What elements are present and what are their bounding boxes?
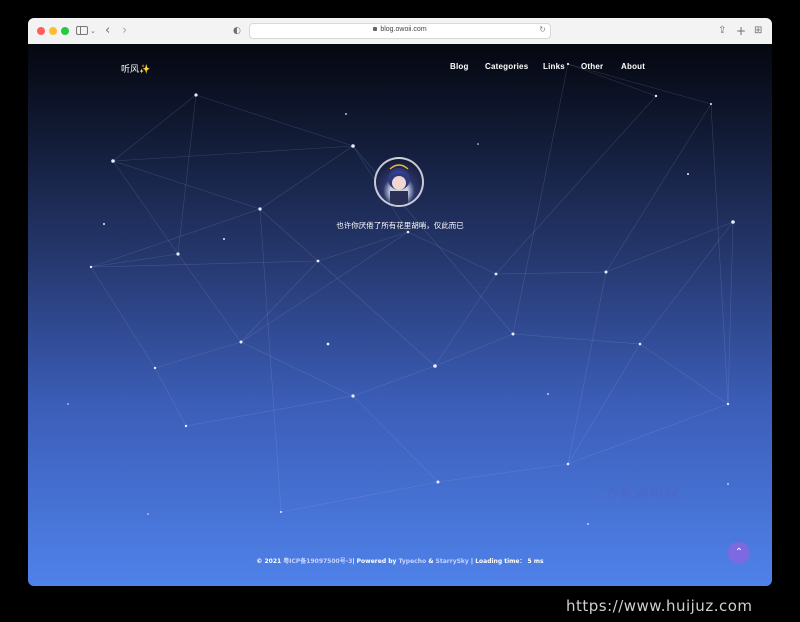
- nav-about[interactable]: About: [621, 62, 645, 71]
- amp-text: &: [426, 558, 436, 565]
- avatar[interactable]: [374, 157, 424, 207]
- back-icon[interactable]: ‹: [105, 23, 110, 39]
- new-tab-icon[interactable]: +: [736, 23, 746, 39]
- browser-toolbar: ⌄ ‹ › ◐ blog.owoii.com ↻ ⇪ + ⊞: [28, 18, 772, 45]
- minimize-window-button[interactable]: [49, 27, 57, 35]
- site-tagline: 也许你厌倦了所有花里胡哨，仅此而已: [336, 221, 464, 230]
- lock-icon: [373, 26, 378, 31]
- constellation-background: [67, 62, 735, 525]
- loading-time-text: | Loading time： 5 ms: [468, 558, 544, 565]
- zoom-window-button[interactable]: [61, 27, 69, 35]
- avatar-image: [388, 164, 410, 205]
- address-bar[interactable]: blog.owoii.com ↻: [249, 23, 551, 39]
- forward-icon[interactable]: ›: [122, 23, 127, 39]
- back-to-top-button[interactable]: ⌃: [728, 542, 750, 564]
- watermark-text: 力客源码网: [603, 486, 678, 502]
- theme-link[interactable]: StarrySky: [436, 558, 469, 565]
- url-text: blog.owoii.com: [380, 26, 427, 33]
- nav-blog[interactable]: Blog: [450, 62, 469, 71]
- typecho-link[interactable]: Typecho: [399, 558, 427, 565]
- share-icon[interactable]: ⇪: [718, 23, 726, 39]
- site-brand[interactable]: 听风✨: [121, 62, 150, 75]
- nav-other[interactable]: Other: [581, 62, 603, 71]
- blog-page: 听风✨ Blog Categories Links Other About 也许…: [28, 44, 772, 586]
- site-footer: © 2021 粤ICP备19097500号-3| Powered by Type…: [28, 556, 772, 565]
- reload-icon[interactable]: ↻: [539, 25, 546, 34]
- copyright-text: © 2021: [256, 558, 284, 565]
- icp-link[interactable]: 粤ICP备19097500号-3: [283, 558, 352, 565]
- chevron-up-icon: ⌃: [734, 547, 744, 558]
- browser-window: ⌄ ‹ › ◐ blog.owoii.com ↻ ⇪ + ⊞ 听风✨ Blog …: [28, 18, 772, 586]
- privacy-shield-icon[interactable]: ◐: [233, 23, 241, 39]
- screen-watermark: https://www.huijuz.com: [566, 597, 753, 615]
- tab-overview-icon[interactable]: ⊞: [754, 23, 762, 39]
- sidebar-toggle-icon[interactable]: [76, 26, 88, 35]
- close-window-button[interactable]: [37, 27, 45, 35]
- nav-links[interactable]: Links: [543, 62, 565, 71]
- nav-categories[interactable]: Categories: [485, 62, 528, 71]
- chevron-down-icon[interactable]: ⌄: [90, 23, 96, 39]
- powered-by-text: | Powered by: [352, 558, 399, 565]
